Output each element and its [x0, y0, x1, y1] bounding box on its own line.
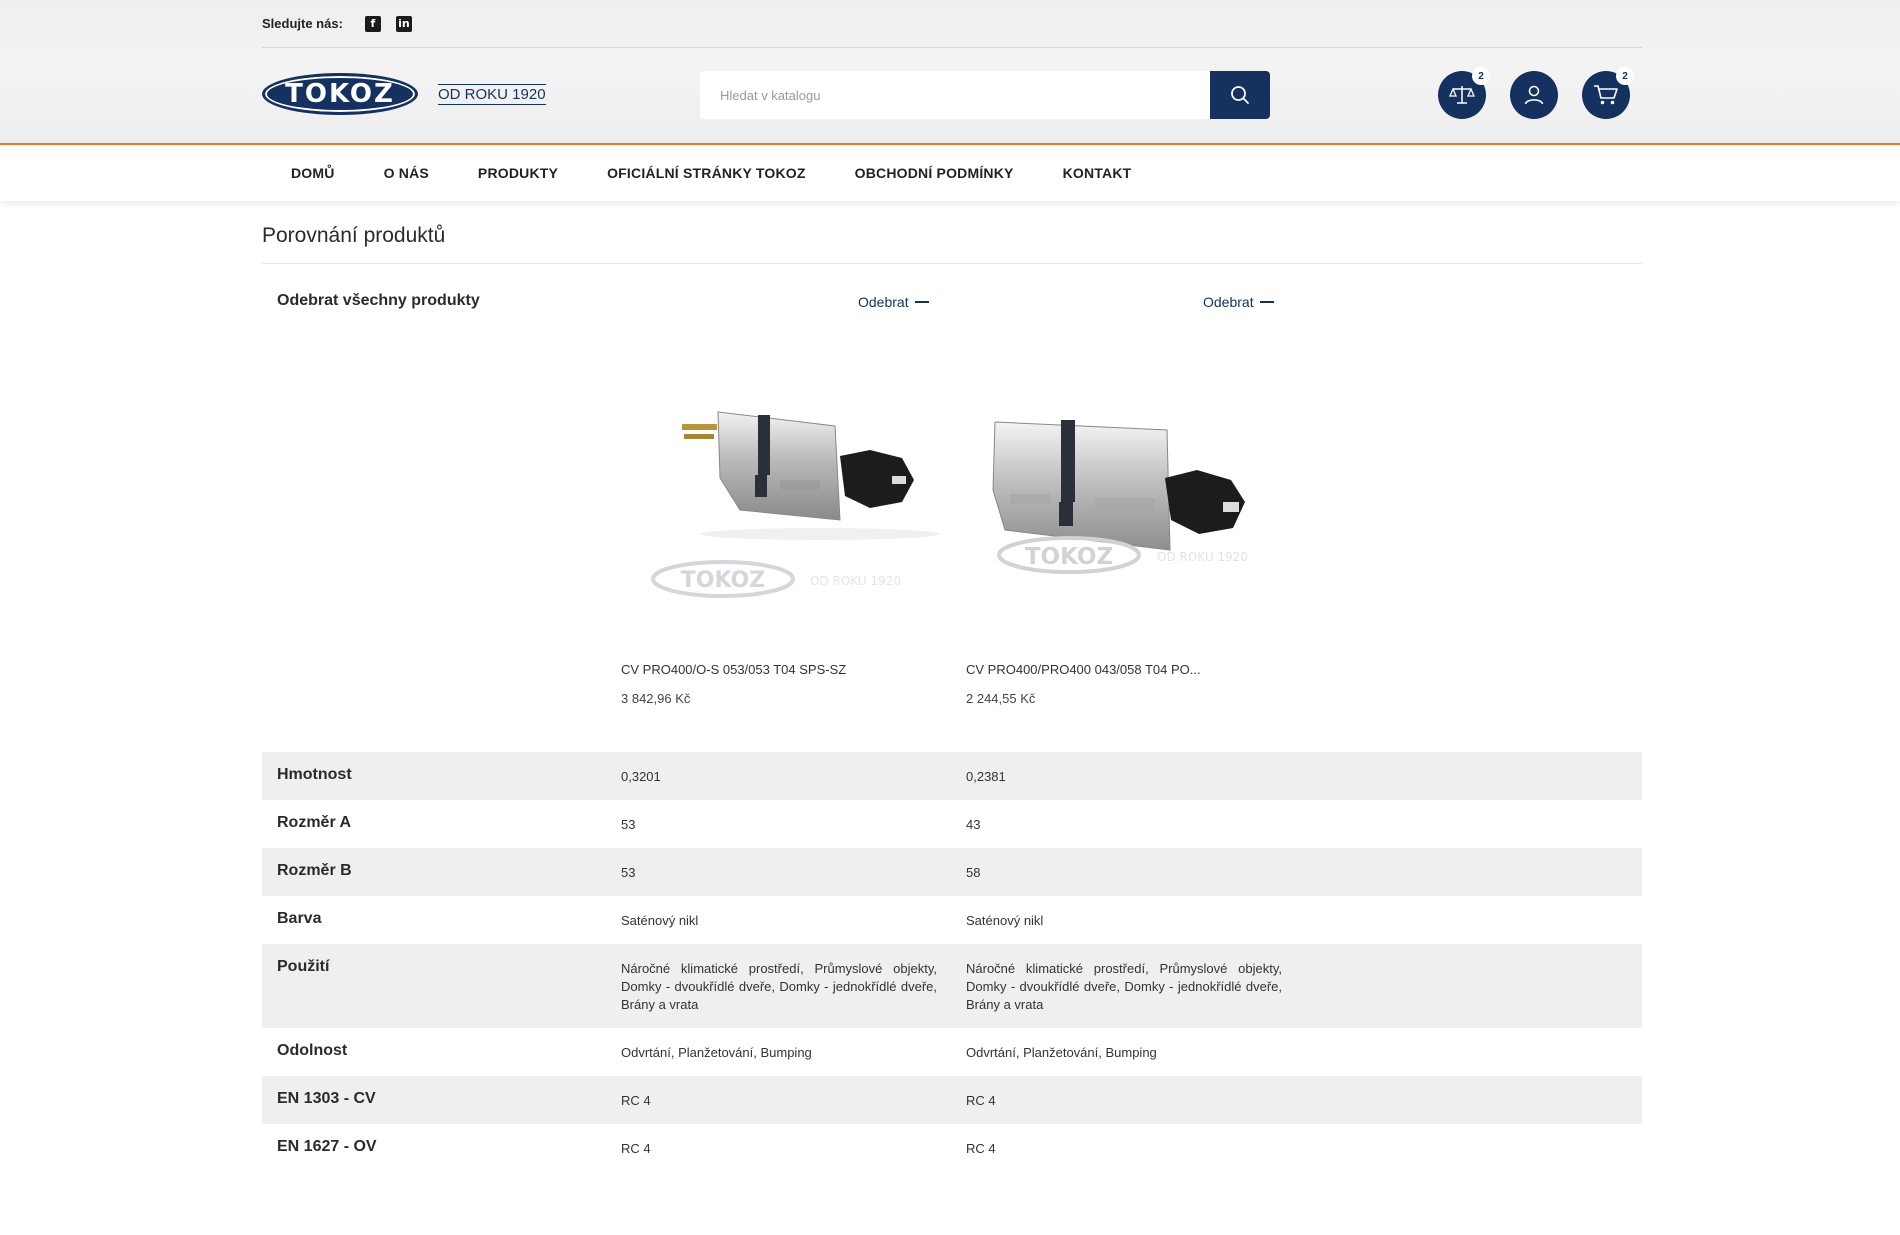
- row-value: RC 4: [621, 1141, 651, 1156]
- row-value: RC 4: [621, 1093, 651, 1108]
- remove-product-1-button[interactable]: Odebrat: [858, 294, 929, 310]
- search-box: [700, 71, 1270, 119]
- nav-item-terms[interactable]: OBCHODNÍ PODMÍNKY: [855, 165, 1014, 181]
- cart-button[interactable]: 2: [1582, 67, 1634, 119]
- remove-all-button[interactable]: Odebrat všechny produkty: [277, 292, 480, 310]
- row-value: 0,3201: [621, 769, 661, 784]
- row-value: Saténový nikl: [621, 913, 699, 928]
- row-value: 53: [621, 817, 636, 832]
- nav-item-contact[interactable]: KONTAKT: [1063, 165, 1132, 181]
- row-value: 0,2381: [966, 769, 1006, 784]
- compare-row-dimension-a: Rozměr A 53 43: [262, 800, 1642, 848]
- watermark-text: TOKOZ: [681, 568, 765, 593]
- nav-item-home[interactable]: DOMŮ: [291, 165, 335, 181]
- watermark-sub: OD ROKU 1920: [810, 574, 901, 588]
- row-value: Odvrtání, Planžetování, Bumping: [621, 1045, 812, 1060]
- row-label: Barva: [277, 910, 322, 927]
- compare-row-en1303: EN 1303 - CV RC 4 RC 4: [262, 1076, 1642, 1124]
- user-icon: [1524, 85, 1544, 105]
- watermark-sub: OD ROKU 1920: [1157, 550, 1248, 564]
- remove-label: Odebrat: [858, 294, 909, 310]
- social-bar: Sledujte nás: f in: [262, 0, 1642, 48]
- linkedin-icon[interactable]: in: [395, 15, 412, 32]
- since-label: OD ROKU 1920: [438, 84, 546, 105]
- main-nav: DOMŮ O NÁS PRODUKTY OFICIÁLNÍ STRÁNKY TO…: [262, 145, 1151, 201]
- row-label: Odolnost: [277, 1042, 348, 1059]
- compare-row-dimension-b: Rozměr B 53 58: [262, 848, 1642, 896]
- row-value: RC 4: [966, 1093, 996, 1108]
- product-price-1: 3 842,96 Kč: [621, 691, 691, 706]
- follow-label: Sledujte nás:: [262, 16, 343, 31]
- minus-icon: [914, 301, 929, 303]
- product-name-2[interactable]: CV PRO400/PRO400 043/058 T04 PO...: [966, 662, 1201, 677]
- search-icon: [1231, 86, 1249, 104]
- row-value: Saténový nikl: [966, 913, 1044, 928]
- facebook-icon[interactable]: f: [364, 15, 381, 32]
- compare-count-badge: 2: [1472, 67, 1490, 85]
- row-value: RC 4: [966, 1141, 996, 1156]
- remove-product-2-button[interactable]: Odebrat: [1203, 294, 1274, 310]
- main-nav-bar: DOMŮ O NÁS PRODUKTY OFICIÁLNÍ STRÁNKY TO…: [0, 143, 1900, 201]
- header-main: TOKOZ OD ROKU 1920 2: [262, 48, 1642, 143]
- row-value: 58: [966, 865, 981, 880]
- account-button[interactable]: [1510, 71, 1558, 119]
- minus-icon: [1259, 301, 1274, 303]
- compare-row-color: Barva Saténový nikl Saténový nikl: [262, 896, 1642, 944]
- row-value: Odvrtání, Planžetování, Bumping: [966, 1045, 1157, 1060]
- watermark-text: TOKOZ: [1025, 544, 1113, 570]
- row-value: 43: [966, 817, 981, 832]
- product-price-2: 2 244,55 Kč: [966, 691, 1036, 706]
- row-value: Náročné klimatické prostředí, Průmyslové…: [621, 961, 937, 1012]
- row-value: 53: [621, 865, 636, 880]
- compare-row-resistance: Odolnost Odvrtání, Planžetování, Bumping…: [262, 1028, 1642, 1076]
- search-input[interactable]: [700, 71, 1210, 119]
- search-button[interactable]: [1210, 71, 1270, 119]
- product-image[interactable]: TOKOZ OD ROKU 1920: [640, 380, 960, 630]
- compare-row-weight: Hmotnost 0,3201 0,2381: [262, 752, 1642, 800]
- cart-icon: [1594, 85, 1618, 105]
- nav-item-about[interactable]: O NÁS: [384, 165, 429, 181]
- cart-count-badge: 2: [1616, 67, 1634, 85]
- remove-label: Odebrat: [1203, 294, 1254, 310]
- nav-item-official-site[interactable]: OFICIÁLNÍ STRÁNKY TOKOZ: [607, 165, 806, 181]
- row-label: EN 1303 - CV: [277, 1090, 376, 1107]
- row-label: EN 1627 - OV: [277, 1138, 377, 1155]
- compare-row-en1627: EN 1627 - OV RC 4 RC 4: [262, 1124, 1642, 1172]
- scales-icon: [1449, 86, 1475, 104]
- nav-item-products[interactable]: PRODUKTY: [478, 165, 558, 181]
- page-title: Porovnání produktů: [262, 224, 1642, 264]
- row-label: Rozměr A: [277, 814, 352, 831]
- product-name-1[interactable]: CV PRO400/O-S 053/053 T04 SPS-SZ: [621, 662, 846, 677]
- logo-text: TOKOZ: [285, 79, 395, 109]
- tokoz-logo[interactable]: TOKOZ: [262, 73, 418, 115]
- compare-row-usage: Použití Náročné klimatické prostředí, Pr…: [262, 944, 1642, 1028]
- product-image[interactable]: TOKOZ OD ROKU 1920: [985, 380, 1305, 630]
- compare-button[interactable]: 2: [1438, 67, 1490, 119]
- row-label: Hmotnost: [277, 766, 352, 783]
- row-label: Rozměr B: [277, 862, 352, 879]
- row-label: Použití: [277, 958, 330, 975]
- row-value: Náročné klimatické prostředí, Průmyslové…: [966, 961, 1282, 1012]
